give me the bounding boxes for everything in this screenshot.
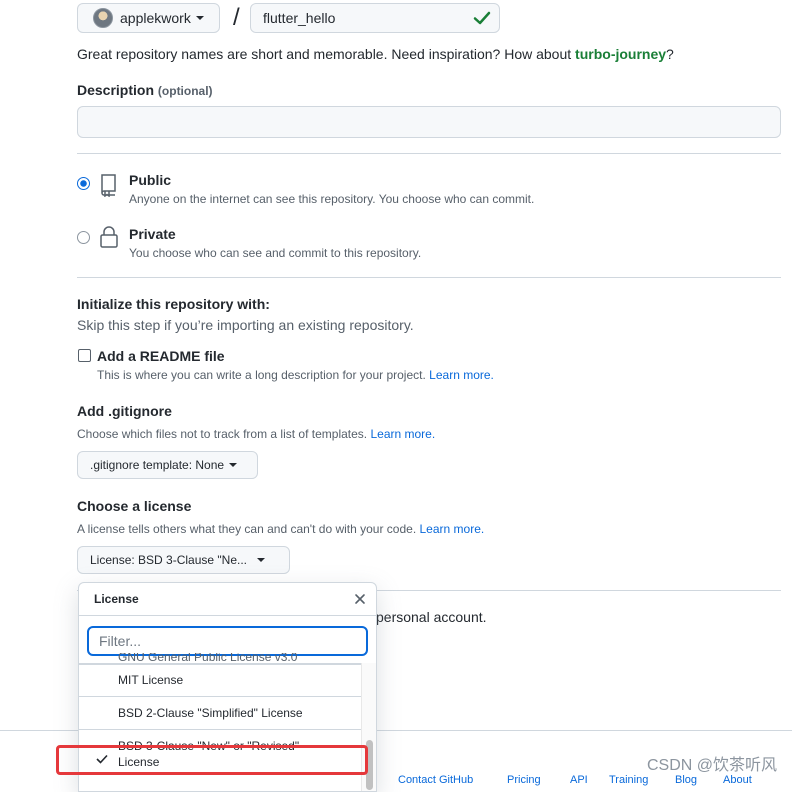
description-label: Description (optional) — [77, 82, 213, 98]
license-filter-input[interactable]: Filter... — [87, 626, 368, 656]
owner-name: applekwork — [120, 10, 191, 26]
optional-tag: (optional) — [157, 84, 213, 98]
footer-link[interactable]: API — [570, 774, 588, 786]
description-input[interactable] — [77, 106, 781, 138]
license-menu-header: License — [79, 583, 376, 616]
watermark: CSDN @饮茶听风 — [646, 757, 777, 774]
license-menu-title: License — [94, 592, 139, 606]
license-title: Choose a license — [77, 498, 192, 514]
gitignore-title: Add .gitignore — [77, 403, 172, 419]
gitignore-button-label: .gitignore template: None — [90, 458, 225, 472]
divider — [77, 153, 781, 154]
repository-name-hint: Great repository names are short and mem… — [77, 46, 674, 62]
footer-link[interactable]: Blog — [675, 774, 697, 786]
footer-link[interactable]: Contact GitHub — [398, 774, 473, 786]
license-select-button[interactable]: License: BSD 3-Clause "Ne... — [77, 546, 290, 574]
footer-link[interactable]: Pricing — [507, 774, 541, 786]
readme-description-text: This is where you can write a long descr… — [97, 368, 426, 382]
repository-name-value: flutter_hello — [263, 10, 336, 26]
hint-suffix: ? — [666, 46, 674, 62]
account-notice: personal account. — [376, 609, 487, 625]
divider — [77, 277, 781, 278]
readme-description: This is where you can write a long descr… — [97, 368, 494, 382]
license-option-label: BSD 2-Clause "Simplified" License — [118, 706, 303, 720]
gitignore-learn-more-link[interactable]: Learn more. — [370, 427, 435, 441]
license-subtitle-text: A license tells others what they can and… — [77, 522, 417, 536]
chevron-down-icon — [229, 463, 238, 467]
footer-link[interactable]: Training — [609, 774, 648, 786]
license-option-label: MIT License — [118, 673, 184, 687]
init-section-title: Initialize this repository with: — [77, 296, 270, 312]
license-button-label: License: BSD 3-Clause "Ne... — [90, 553, 247, 567]
lock-icon — [100, 226, 118, 248]
public-radio[interactable] — [77, 177, 90, 190]
hint-text: Great repository names are short and mem… — [77, 46, 576, 62]
selection-highlight-annotation — [56, 745, 368, 775]
readme-checkbox[interactable] — [78, 349, 91, 362]
gitignore-subtitle: Choose which files not to track from a l… — [77, 427, 435, 441]
name-suggestion-link[interactable]: turbo-journey — [575, 46, 666, 62]
license-learn-more-link[interactable]: Learn more. — [420, 522, 485, 536]
owner-repo-separator: / — [233, 4, 240, 31]
license-option-label: GNU General Public License v3.0 — [118, 653, 298, 664]
repo-icon — [101, 174, 116, 197]
description-label-text: Description — [77, 82, 155, 98]
license-subtitle: A license tells others what they can and… — [77, 522, 484, 536]
close-icon[interactable] — [354, 593, 366, 605]
private-description: You choose who can see and commit to thi… — [129, 246, 422, 260]
repository-name-input[interactable]: flutter_hello — [250, 3, 500, 33]
owner-select-button[interactable]: applekwork — [77, 3, 220, 33]
readme-learn-more-link[interactable]: Learn more. — [429, 368, 494, 382]
license-option-bsd2[interactable]: BSD 2-Clause "Simplified" License — [79, 697, 362, 730]
chevron-down-icon — [257, 558, 265, 562]
public-description: Anyone on the internet can see this repo… — [129, 192, 535, 206]
footer-link[interactable]: About — [723, 774, 752, 786]
gitignore-template-button[interactable]: .gitignore template: None — [77, 451, 258, 479]
license-option-mit[interactable]: MIT License — [79, 664, 362, 697]
private-title: Private — [129, 226, 176, 242]
readme-label: Add a README file — [97, 348, 225, 364]
public-title: Public — [129, 172, 172, 188]
init-section-subtitle: Skip this step if you’re importing an ex… — [77, 317, 414, 333]
chevron-down-icon — [195, 16, 204, 20]
private-radio[interactable] — [77, 231, 90, 244]
avatar — [93, 8, 113, 28]
gitignore-subtitle-text: Choose which files not to track from a l… — [77, 427, 368, 441]
check-icon — [473, 11, 491, 25]
